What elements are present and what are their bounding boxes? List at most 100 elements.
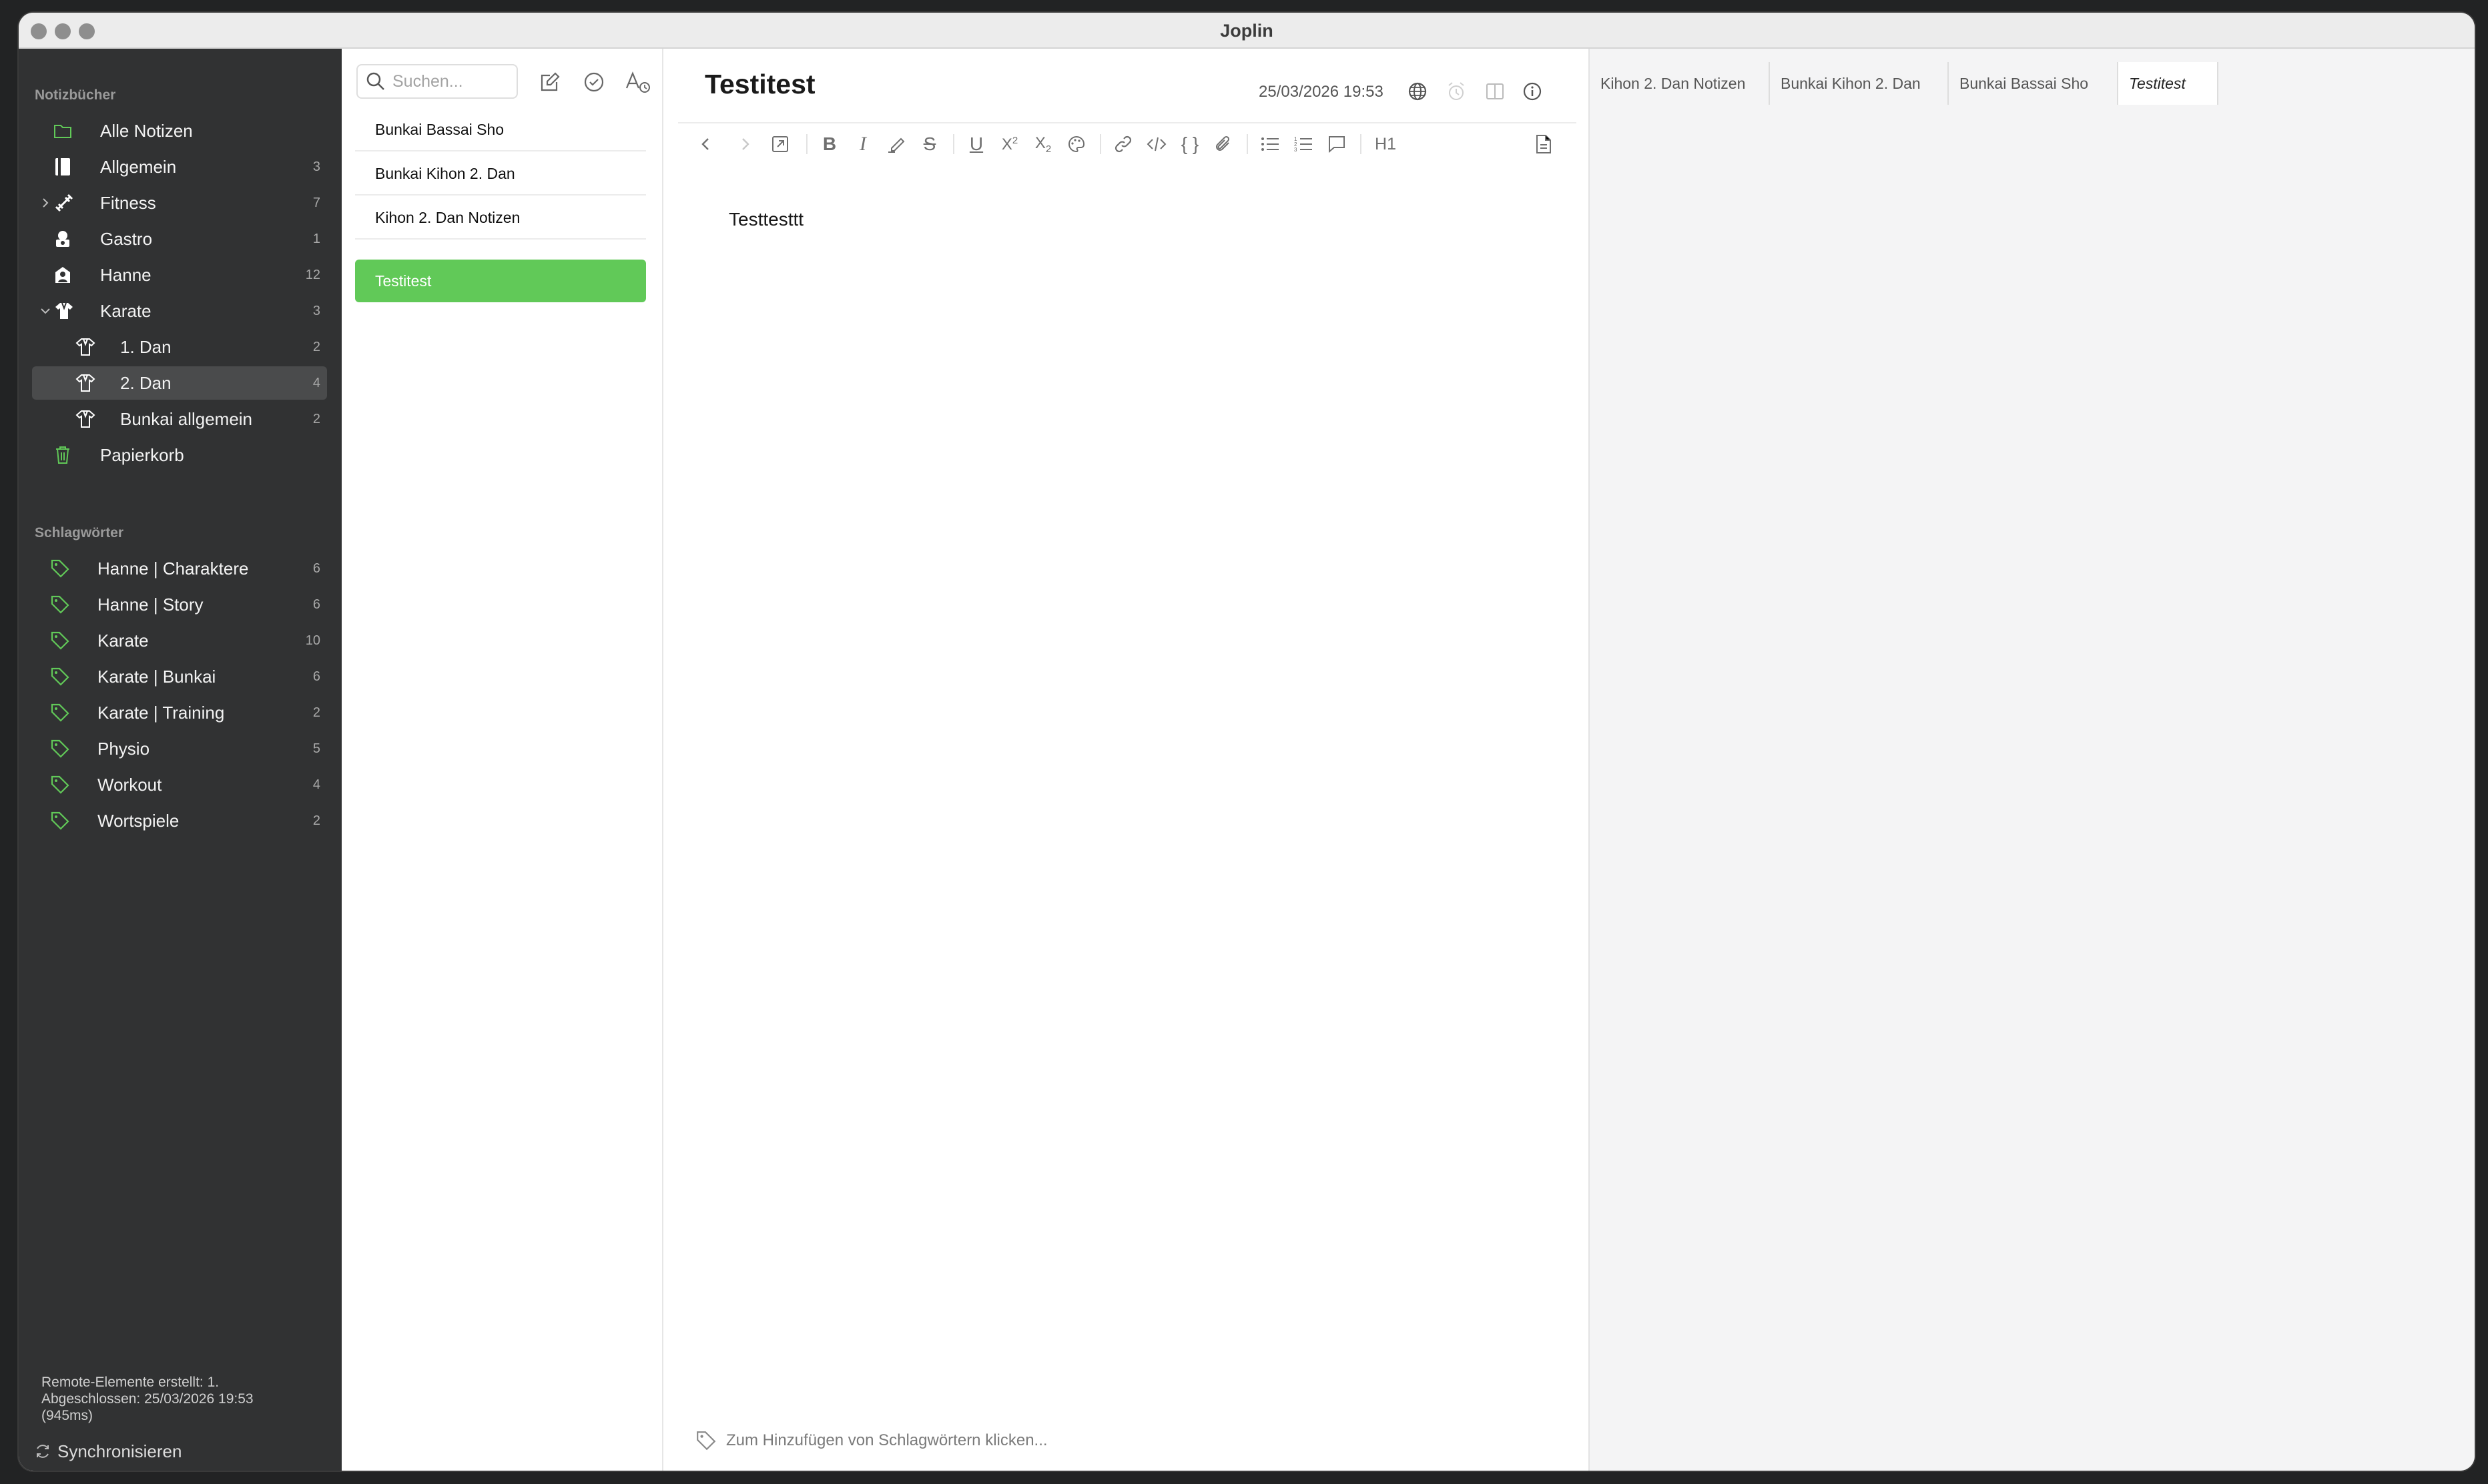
superscript-button[interactable]: X2: [996, 130, 1024, 158]
paperclip-icon: [1216, 135, 1230, 151]
tab-bunkai-bassai-sho[interactable]: Bunkai Bassai Sho: [1949, 62, 2118, 105]
note-list: Bunkai Bassai Sho Bunkai Kihon 2. Dan Ki…: [342, 49, 663, 1471]
toggle-editor-button[interactable]: [1530, 130, 1558, 158]
sidebar: Notizbücher Alle Notizen Allgemein 3 Fit…: [19, 49, 342, 1471]
strikethrough-button[interactable]: S: [916, 130, 944, 158]
note-properties-button[interactable]: [1519, 78, 1546, 105]
new-note-button[interactable]: [537, 69, 563, 95]
tag-item-wortspiele[interactable]: Wortspiele 2: [32, 804, 327, 837]
check-circle-icon: [584, 72, 604, 92]
subscript-button[interactable]: X2: [1029, 130, 1057, 158]
numbered-list-button[interactable]: 123: [1289, 130, 1317, 158]
toolbar-separator: [1247, 134, 1248, 154]
sidebar-item-papierkorb[interactable]: Papierkorb: [32, 438, 327, 472]
svg-text:3: 3: [1294, 147, 1297, 153]
italic-icon: I: [860, 133, 866, 155]
synchronize-button[interactable]: Synchronisieren: [35, 1438, 182, 1465]
underline-button[interactable]: U: [962, 130, 990, 158]
tag-item-karate[interactable]: Karate 10: [32, 624, 327, 657]
sidebar-item-hanne[interactable]: Hanne 12: [32, 258, 327, 292]
checklist-button[interactable]: [1323, 130, 1351, 158]
heading-button[interactable]: H1: [1367, 130, 1404, 158]
sidebar-item-alle-notizen[interactable]: Alle Notizen: [32, 114, 327, 147]
sidebar-item-bunkai-allgemein[interactable]: Bunkai allgemein 2: [32, 402, 327, 436]
globe-icon: [1408, 82, 1427, 101]
toolbar-separator: [1100, 134, 1101, 154]
toolbar-divider: [678, 122, 1576, 123]
tag-item-label: Karate: [97, 630, 149, 651]
synchronize-label: Synchronisieren: [57, 1441, 182, 1461]
note-item-testitest[interactable]: Testitest: [355, 260, 646, 302]
highlighter-icon: [888, 137, 905, 153]
note-body[interactable]: Testtesttt: [729, 209, 804, 230]
bold-icon: B: [822, 133, 837, 154]
toolbar-separator: [1360, 134, 1361, 154]
tab-bunkai-kihon-2-dan[interactable]: Bunkai Kihon 2. Dan: [1770, 62, 1949, 105]
forward-button[interactable]: [731, 130, 759, 158]
tag-item-count: 6: [312, 669, 320, 684]
open-external-button[interactable]: [766, 130, 794, 158]
new-todo-button[interactable]: [581, 69, 607, 95]
toggle-layout-button[interactable]: [1482, 78, 1508, 105]
tag-icon: [49, 738, 71, 759]
sidebar-item-karate[interactable]: Karate 3: [32, 294, 327, 328]
sync-icon: [37, 1445, 49, 1458]
code-block-button[interactable]: { }: [1176, 130, 1204, 158]
bullet-list-button[interactable]: [1256, 130, 1284, 158]
tag-item-count: 10: [305, 633, 320, 648]
search-box[interactable]: [356, 64, 518, 99]
sidebar-item-2-dan[interactable]: 2. Dan 4: [32, 366, 327, 400]
tag-icon: [49, 594, 71, 615]
sidebar-item-allgemein[interactable]: Allgemein 3: [32, 150, 327, 183]
superscript-icon: X2: [1001, 134, 1018, 153]
sync-status-line: Remote-Elemente erstellt: 1.: [41, 1375, 220, 1390]
language-button[interactable]: [1404, 78, 1431, 105]
tag-item-workout[interactable]: Workout 4: [32, 768, 327, 801]
sidebar-item-count: 3: [312, 159, 320, 174]
sidebar-item-1-dan[interactable]: 1. Dan 2: [32, 330, 327, 364]
inline-code-button[interactable]: [1143, 130, 1171, 158]
sort-order-button[interactable]: [625, 69, 651, 95]
notebooks-heading: Notizbücher: [35, 87, 116, 103]
attach-file-button[interactable]: [1209, 130, 1237, 158]
color-button[interactable]: [1062, 130, 1091, 158]
back-button[interactable]: [691, 130, 719, 158]
tag-icon: [49, 558, 71, 579]
window-title: Joplin: [1220, 21, 1273, 41]
tag-icon: [49, 774, 71, 795]
note-title[interactable]: Testitest: [705, 69, 816, 100]
folder-icon: [52, 120, 73, 141]
italic-button[interactable]: I: [849, 130, 877, 158]
tag-item-karate-bunkai[interactable]: Karate | Bunkai 6: [32, 660, 327, 693]
sidebar-item-gastro[interactable]: Gastro 1: [32, 222, 327, 256]
note-item-bunkai-bassai-sho[interactable]: Bunkai Bassai Sho: [355, 109, 646, 151]
sync-status: Remote-Elemente erstellt: 1. Abgeschloss…: [41, 1374, 322, 1424]
person-icon: [52, 264, 73, 286]
reminder-button[interactable]: [1443, 78, 1470, 105]
strikethrough-icon: S: [923, 133, 936, 154]
sidebar-item-label: Gastro: [100, 228, 153, 249]
note-editor: Testitest 25/03/2026 19:53 B I S U X2 X2…: [665, 49, 1588, 1471]
app-window: Joplin Notizbücher Alle Notizen Allgemei…: [19, 13, 2475, 1471]
highlight-button[interactable]: [882, 130, 910, 158]
note-item-bunkai-kihon-2-dan[interactable]: Bunkai Kihon 2. Dan: [355, 153, 646, 196]
sidebar-item-fitness[interactable]: Fitness 7: [32, 186, 327, 220]
chevron-down-icon[interactable]: [40, 306, 51, 316]
bold-button[interactable]: B: [816, 130, 844, 158]
sidebar-item-count: 2: [312, 339, 320, 354]
tag-item-physio[interactable]: Physio 5: [32, 732, 327, 765]
gi-outline-icon: [75, 408, 96, 430]
chevron-right-icon[interactable]: [40, 198, 51, 208]
note-item-kihon-2-dan-notizen[interactable]: Kihon 2. Dan Notizen: [355, 197, 646, 240]
tag-item-count: 4: [312, 777, 320, 792]
tab-kihon-2-dan-notizen[interactable]: Kihon 2. Dan Notizen: [1590, 62, 1770, 105]
add-tags-area[interactable]: Zum Hinzufügen von Schlagwörtern klicken…: [695, 1430, 1048, 1451]
tag-item-hanne-charaktere[interactable]: Hanne | Charaktere 6: [32, 552, 327, 585]
search-input[interactable]: [392, 71, 513, 91]
tag-item-hanne-story[interactable]: Hanne | Story 6: [32, 588, 327, 621]
link-button[interactable]: [1109, 130, 1137, 158]
tag-item-karate-training[interactable]: Karate | Training 2: [32, 696, 327, 729]
tab-testitest[interactable]: Testitest: [2118, 62, 2218, 105]
tag-item-count: 2: [312, 705, 320, 720]
tags-heading: Schlagwörter: [35, 525, 124, 540]
